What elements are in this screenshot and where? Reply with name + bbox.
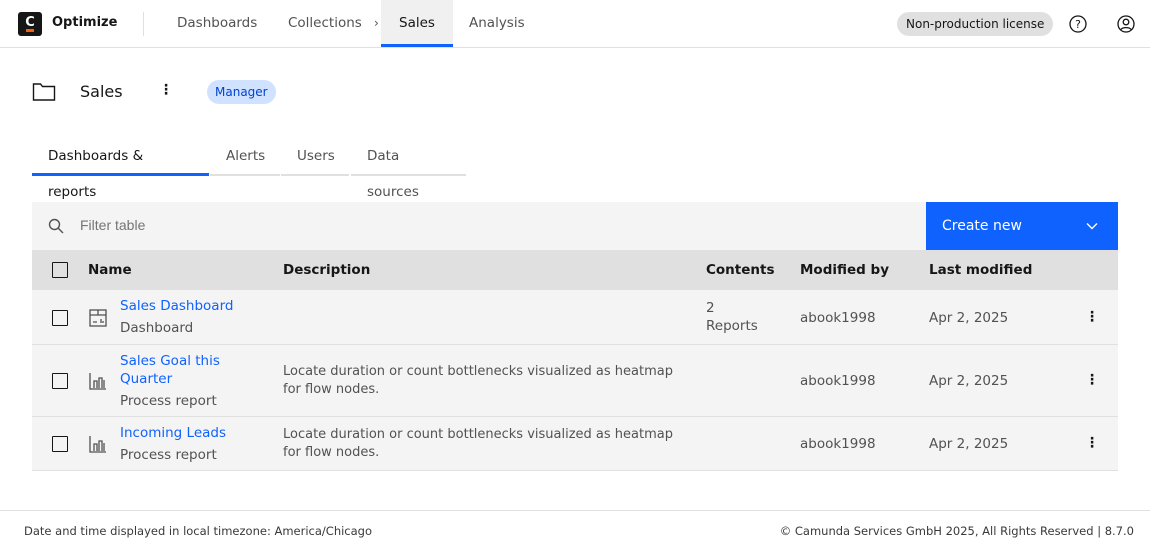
item-description: Locate duration or count bottlenecks vis… bbox=[283, 364, 673, 379]
item-type: Process report bbox=[120, 447, 217, 463]
user-icon[interactable] bbox=[1116, 14, 1136, 34]
tab-data-sources[interactable]: Data sources bbox=[351, 138, 466, 200]
table-row[interactable]: Sales Goal this Quarter Process report L… bbox=[32, 345, 1118, 417]
create-new-button[interactable]: Create new bbox=[926, 202, 1118, 250]
item-name-link[interactable]: Sales Goal this bbox=[120, 353, 220, 369]
nav-dashboards[interactable]: Dashboards bbox=[177, 0, 257, 47]
last-modified: Apr 2, 2025 bbox=[929, 436, 1009, 452]
item-type: Dashboard bbox=[120, 320, 194, 336]
header-contents[interactable]: Contents bbox=[706, 262, 775, 278]
header-last-modified[interactable]: Last modified bbox=[929, 262, 1032, 278]
item-name-link[interactable]: Incoming Leads bbox=[120, 425, 226, 441]
collection-menu-icon[interactable]: ⋮ bbox=[159, 82, 173, 98]
copyright: © Camunda Services GmbH 2025, All Rights… bbox=[779, 524, 1134, 538]
last-modified: Apr 2, 2025 bbox=[929, 373, 1009, 389]
timezone-note: Date and time displayed in local timezon… bbox=[24, 524, 373, 538]
license-badge[interactable]: Non-production license bbox=[897, 12, 1054, 36]
header-description[interactable]: Description bbox=[283, 262, 370, 278]
collection-title: Sales bbox=[80, 82, 123, 101]
dashboard-icon bbox=[89, 309, 107, 327]
chevron-down-icon bbox=[1086, 223, 1098, 230]
last-modified: Apr 2, 2025 bbox=[929, 310, 1009, 326]
modified-by: abook1998 bbox=[800, 373, 876, 389]
contents-count: 2 bbox=[706, 300, 715, 316]
top-header: C Optimize Dashboards Collections › Sale… bbox=[0, 0, 1150, 48]
row-menu-icon[interactable]: ⋮ bbox=[1085, 372, 1099, 388]
tab-users[interactable]: Users bbox=[281, 138, 349, 176]
item-name-link[interactable]: Sales Dashboard bbox=[120, 298, 233, 314]
item-description-line2: for flow nodes. bbox=[283, 382, 380, 397]
nav-analysis[interactable]: Analysis bbox=[469, 0, 525, 47]
search-icon bbox=[48, 218, 64, 234]
nav-sales[interactable]: Sales bbox=[381, 0, 453, 47]
row-menu-icon[interactable]: ⋮ bbox=[1085, 309, 1099, 325]
item-type: Process report bbox=[120, 393, 217, 409]
row-checkbox[interactable] bbox=[52, 436, 68, 452]
modified-by: abook1998 bbox=[800, 310, 876, 326]
create-new-label: Create new bbox=[942, 218, 1022, 234]
help-icon[interactable]: ? bbox=[1068, 14, 1088, 34]
row-checkbox[interactable] bbox=[52, 373, 68, 389]
item-name-link-line2[interactable]: Quarter bbox=[120, 371, 172, 387]
filter-input[interactable] bbox=[80, 217, 261, 233]
contents-unit: Reports bbox=[706, 318, 758, 334]
table-row[interactable]: Sales Dashboard Dashboard 2 Reports aboo… bbox=[32, 290, 1118, 345]
table-header: Name Description Contents Modified by La… bbox=[32, 250, 1118, 290]
footer: Date and time displayed in local timezon… bbox=[0, 510, 1150, 550]
tab-dashboards-reports[interactable]: Dashboards & reports bbox=[32, 138, 209, 200]
select-all-checkbox[interactable] bbox=[52, 262, 68, 278]
camunda-logo: C bbox=[18, 12, 42, 36]
report-icon bbox=[89, 373, 106, 390]
row-menu-icon[interactable]: ⋮ bbox=[1085, 435, 1099, 451]
table-row[interactable]: Incoming Leads Process report Locate dur… bbox=[32, 417, 1118, 471]
report-icon bbox=[89, 436, 106, 453]
app-name[interactable]: Optimize bbox=[52, 15, 117, 30]
item-description-line2: for flow nodes. bbox=[283, 445, 380, 460]
header-name[interactable]: Name bbox=[88, 262, 132, 278]
row-checkbox[interactable] bbox=[52, 310, 68, 326]
modified-by: abook1998 bbox=[800, 436, 876, 452]
svg-text:?: ? bbox=[1075, 18, 1081, 31]
table-toolbar: Create new bbox=[32, 202, 1118, 250]
divider bbox=[143, 12, 144, 36]
nav-collections[interactable]: Collections bbox=[288, 0, 362, 47]
item-description: Locate duration or count bottlenecks vis… bbox=[283, 427, 673, 442]
folder-icon bbox=[32, 83, 56, 101]
header-modified-by[interactable]: Modified by bbox=[800, 262, 889, 278]
tab-alerts[interactable]: Alerts bbox=[210, 138, 280, 176]
logo-letter: C bbox=[25, 15, 35, 30]
breadcrumb-separator: › bbox=[374, 16, 379, 30]
role-badge: Manager bbox=[207, 80, 276, 104]
